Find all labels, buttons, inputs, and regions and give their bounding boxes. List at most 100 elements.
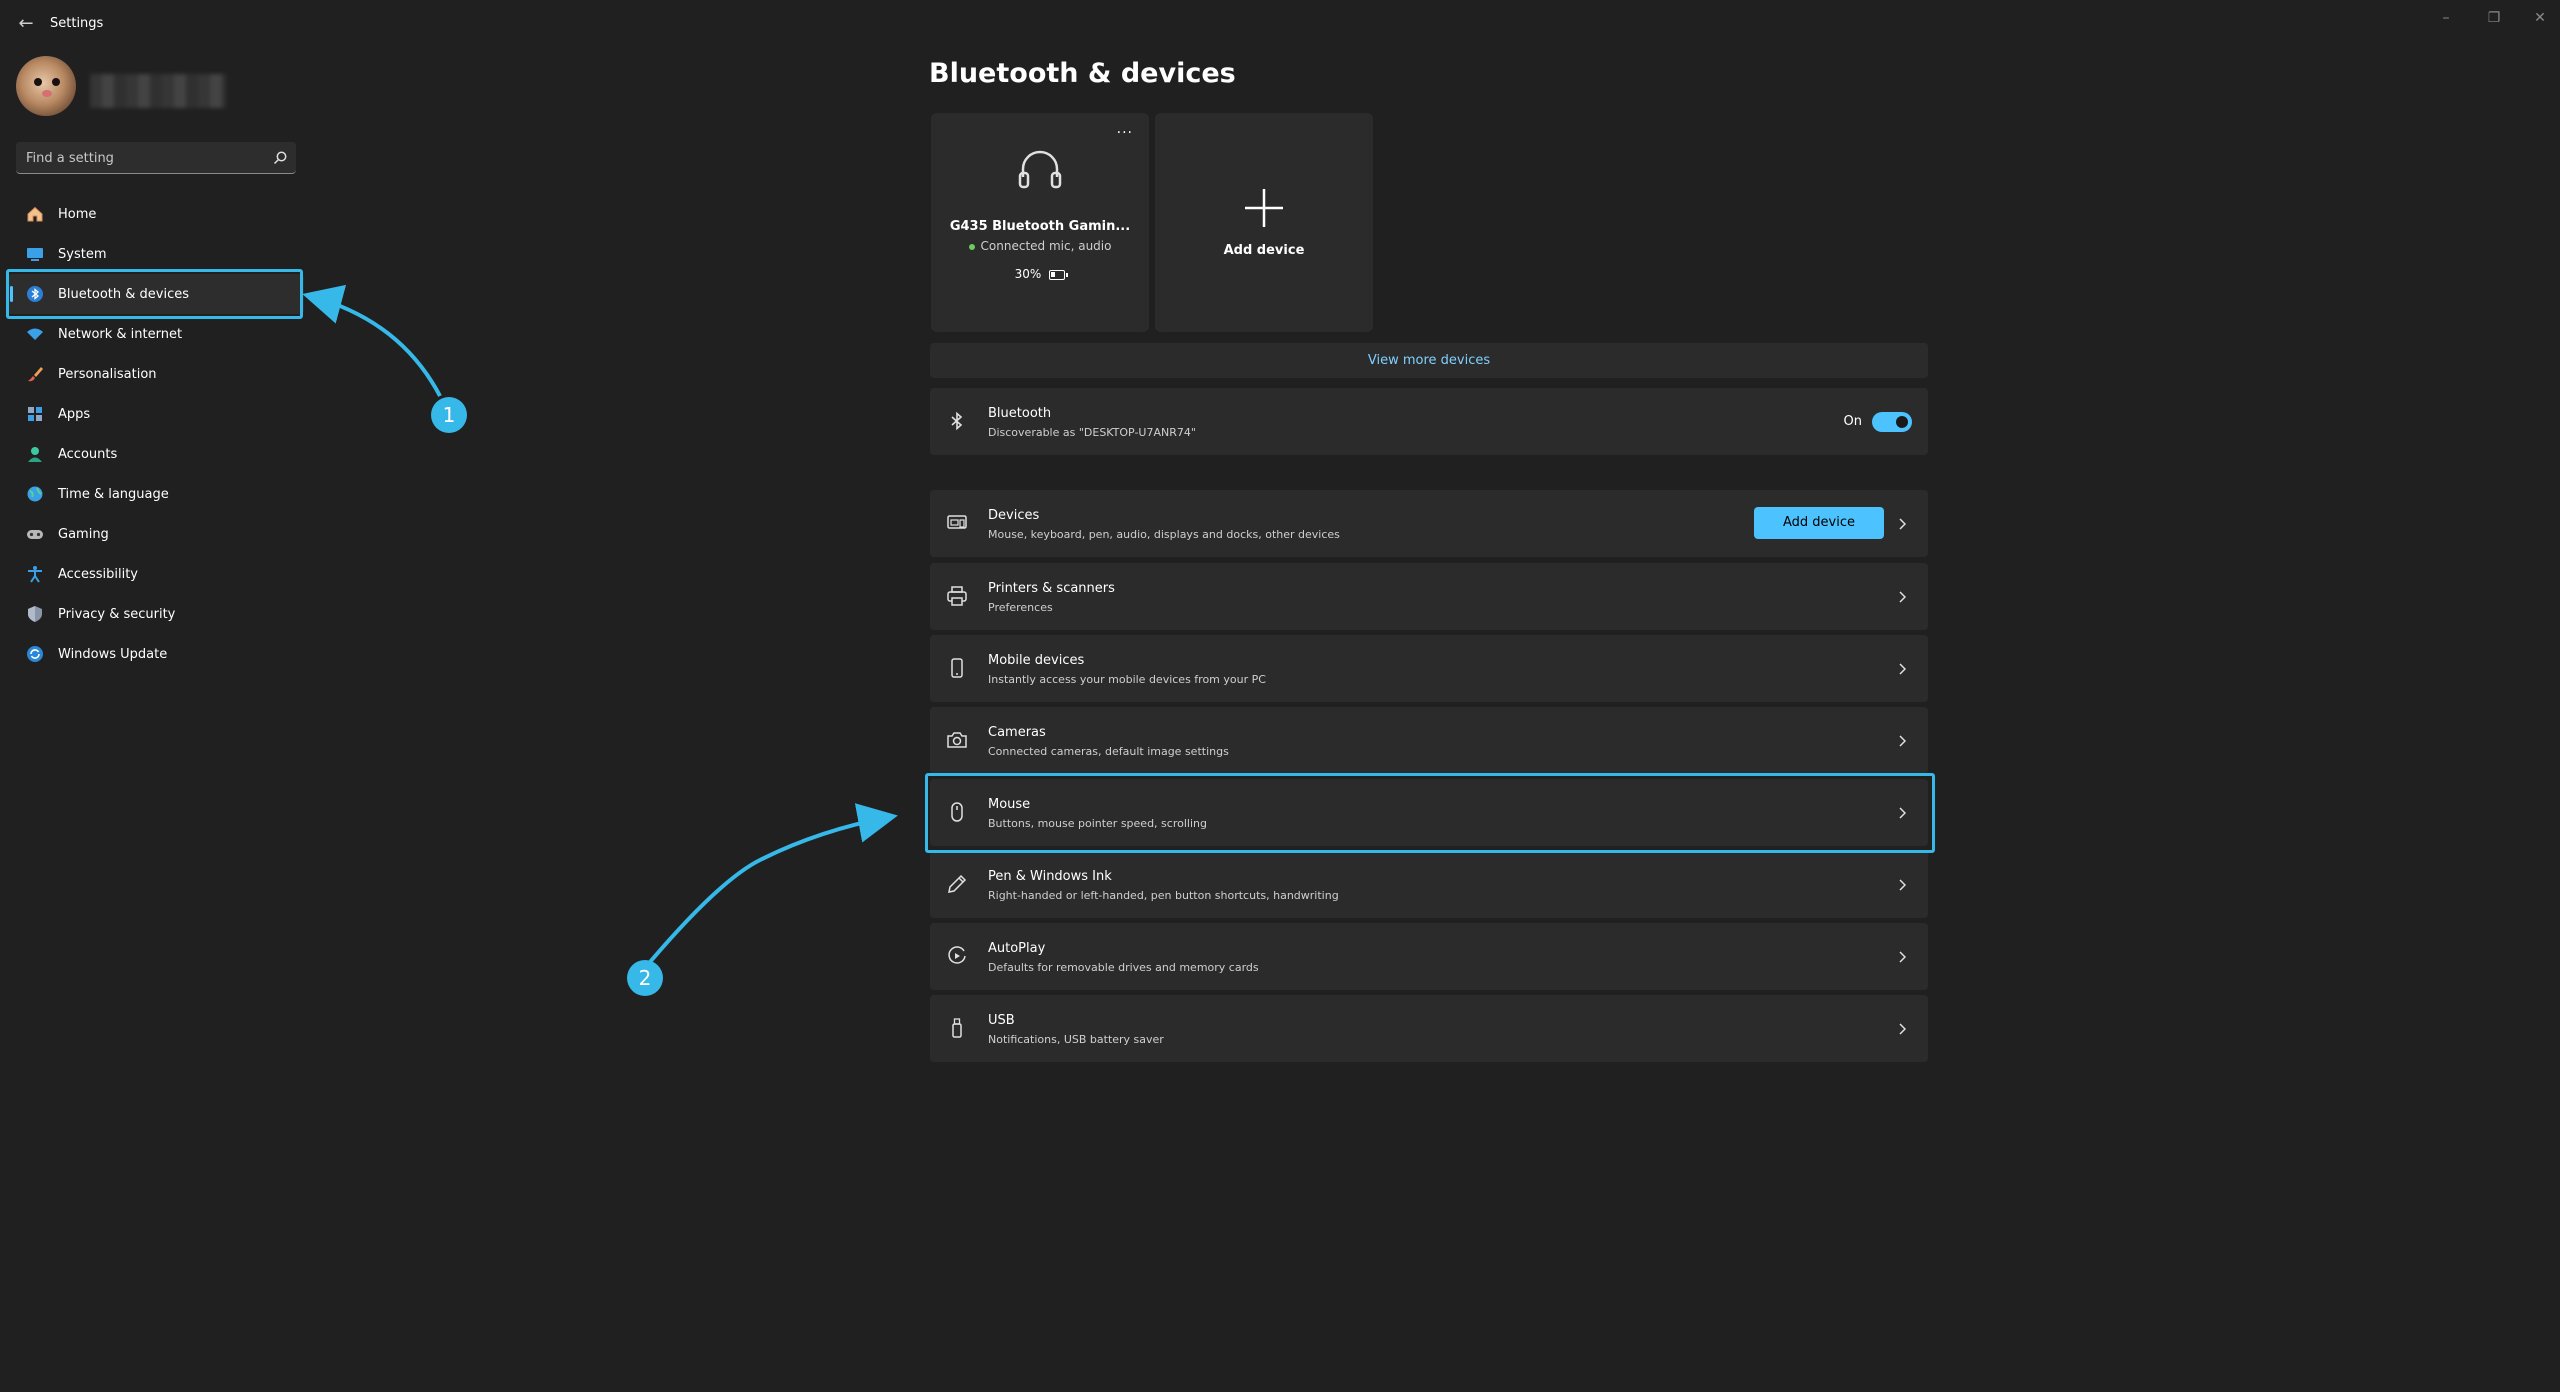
device-status: Connected mic, audio: [931, 239, 1149, 253]
avatar-eye: [52, 78, 60, 86]
sidebar-item-label: Windows Update: [58, 646, 168, 662]
username-redacted: [90, 74, 226, 108]
add-device-button[interactable]: Add device: [1754, 507, 1884, 539]
sidebar-nav: Home System Bluetooth & devices Network …: [8, 194, 304, 674]
system-icon: [26, 245, 44, 263]
app-title: Settings: [50, 16, 104, 31]
search-icon[interactable]: [272, 150, 288, 166]
annotation-arrow-1: [302, 284, 442, 397]
home-icon: [26, 205, 44, 223]
restore-icon[interactable]: ❐: [2480, 6, 2508, 30]
sidebar-item-privacy[interactable]: Privacy & security: [8, 594, 304, 634]
update-icon: [26, 645, 44, 663]
chevron-right-icon: [1899, 663, 1907, 675]
sidebar-item-label: Personalisation: [58, 366, 157, 382]
accessibility-icon: [26, 565, 44, 583]
connected-dot-icon: [968, 243, 975, 250]
printer-icon: [947, 586, 967, 606]
sidebar-item-home[interactable]: Home: [8, 194, 304, 234]
wifi-icon: [26, 325, 44, 343]
chevron-right-icon: [1899, 735, 1907, 747]
camera-icon: [947, 732, 967, 748]
chevron-right-icon: [1899, 807, 1907, 819]
device-card-headset[interactable]: ... G435 Bluetooth Gamin... Connected mi…: [931, 113, 1149, 332]
search-box[interactable]: [16, 142, 296, 174]
devices-row[interactable]: Devices Mouse, keyboard, pen, audio, dis…: [930, 490, 1928, 557]
sidebar-item-label: Home: [58, 206, 97, 222]
battery-percent: 30%: [1014, 267, 1042, 281]
row-subtitle: Preferences: [988, 601, 1053, 614]
back-arrow-icon[interactable]: ←: [12, 10, 40, 38]
add-device-card[interactable]: Add device: [1155, 113, 1373, 332]
row-subtitle: Notifications, USB battery saver: [988, 1033, 1164, 1046]
bluetooth-toggle[interactable]: [1872, 412, 1912, 432]
sidebar-item-label: Apps: [58, 406, 91, 422]
pen-icon: [948, 874, 967, 893]
row-title: USB: [988, 1013, 1015, 1028]
autoplay-icon: [948, 946, 966, 964]
row-subtitle: Defaults for removable drives and memory…: [988, 961, 1259, 974]
sidebar-item-bluetooth[interactable]: Bluetooth & devices: [8, 274, 304, 314]
toggle-state-label: On: [1843, 414, 1862, 429]
chevron-right-icon: [1899, 1023, 1907, 1035]
sidebar-item-accessibility[interactable]: Accessibility: [8, 554, 304, 594]
sidebar-item-windows-update[interactable]: Windows Update: [8, 634, 304, 674]
pen-row[interactable]: Pen & Windows Ink Right-handed or left-h…: [930, 851, 1928, 918]
plus-icon: [1245, 189, 1283, 227]
avatar-eye: [34, 78, 42, 86]
chevron-right-icon: [1899, 591, 1907, 603]
avatar[interactable]: [16, 56, 76, 116]
sidebar-item-label: Accounts: [58, 446, 118, 462]
minimize-icon[interactable]: –: [2432, 6, 2460, 30]
row-subtitle: Instantly access your mobile devices fro…: [988, 673, 1266, 686]
globe-icon: [26, 485, 44, 503]
annotation-badge-2: 2: [627, 960, 663, 996]
row-title: Pen & Windows Ink: [988, 869, 1112, 884]
cameras-row[interactable]: Cameras Connected cameras, default image…: [930, 707, 1928, 774]
sidebar-item-apps[interactable]: Apps: [8, 394, 304, 434]
sidebar-item-network[interactable]: Network & internet: [8, 314, 304, 354]
devices-icon: [947, 515, 967, 529]
title-bar: ← Settings – ❐ ✕: [0, 0, 2560, 48]
accounts-icon: [26, 445, 44, 463]
page-title: Bluetooth & devices: [929, 58, 1236, 89]
printers-row[interactable]: Printers & scanners Preferences: [930, 563, 1928, 630]
row-title: Mouse: [988, 797, 1031, 812]
sidebar-item-time-language[interactable]: Time & language: [8, 474, 304, 514]
row-title: Bluetooth: [988, 406, 1052, 421]
bluetooth-icon: [951, 411, 963, 431]
device-status-text: Connected mic, audio: [980, 239, 1112, 253]
sidebar-item-system[interactable]: System: [8, 234, 304, 274]
annotation-badge-1: 1: [431, 397, 467, 433]
row-title: AutoPlay: [988, 941, 1046, 956]
row-subtitle: Connected cameras, default image setting…: [988, 745, 1229, 758]
chevron-right-icon: [1899, 951, 1907, 963]
device-name: G435 Bluetooth Gamin...: [949, 219, 1131, 234]
sidebar-item-personalisation[interactable]: Personalisation: [8, 354, 304, 394]
mobile-devices-row[interactable]: Mobile devices Instantly access your mob…: [930, 635, 1928, 702]
chevron-right-icon: [1899, 879, 1907, 891]
search-input[interactable]: [26, 142, 266, 174]
bluetooth-row[interactable]: Bluetooth Discoverable as "DESKTOP-U7ANR…: [930, 388, 1928, 455]
row-title: Devices: [988, 508, 1040, 523]
usb-icon: [952, 1018, 962, 1038]
sidebar-item-accounts[interactable]: Accounts: [8, 434, 304, 474]
row-title: Cameras: [988, 725, 1046, 740]
view-more-devices-link[interactable]: View more devices: [930, 343, 1928, 378]
avatar-nose: [42, 90, 52, 97]
bluetooth-icon: [26, 285, 44, 303]
sidebar-item-gaming[interactable]: Gaming: [8, 514, 304, 554]
close-icon[interactable]: ✕: [2526, 6, 2554, 30]
sidebar-item-label: Accessibility: [58, 566, 138, 582]
row-subtitle: Discoverable as "DESKTOP-U7ANR74": [988, 426, 1196, 439]
usb-row[interactable]: USB Notifications, USB battery saver: [930, 995, 1928, 1062]
mouse-icon: [951, 802, 963, 822]
sidebar-item-label: Bluetooth & devices: [58, 286, 189, 302]
battery-icon: [1049, 269, 1069, 280]
brush-icon: [26, 365, 44, 383]
autoplay-row[interactable]: AutoPlay Defaults for removable drives a…: [930, 923, 1928, 990]
gamepad-icon: [26, 525, 44, 543]
sidebar-item-label: System: [58, 246, 107, 262]
mouse-row[interactable]: Mouse Buttons, mouse pointer speed, scro…: [930, 779, 1928, 846]
more-options-button[interactable]: ...: [1117, 121, 1133, 137]
